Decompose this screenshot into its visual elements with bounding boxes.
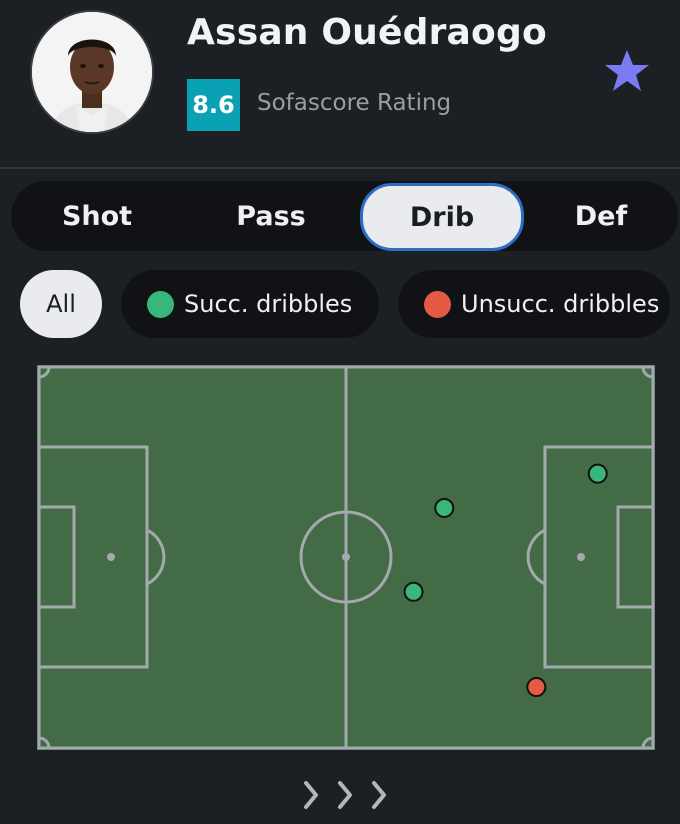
dribble-pitch-map — [37, 365, 655, 750]
chevrons-right-icon[interactable] — [298, 778, 394, 812]
player-name: Assan Ouédraogo — [187, 12, 547, 53]
filter-successful-dribbles[interactable]: Succ. dribbles — [121, 270, 379, 338]
filter-succ-label: Succ. dribbles — [184, 290, 353, 318]
green-dot-icon — [147, 290, 174, 318]
filter-all[interactable]: All — [20, 270, 102, 338]
successful-dribble-marker[interactable] — [434, 497, 455, 518]
left-penalty-spot — [107, 553, 115, 561]
player-header: Assan Ouédraogo 8.6 Sofascore Rating — [0, 0, 680, 169]
right-penalty-spot — [577, 553, 585, 561]
player-avatar[interactable] — [30, 10, 154, 134]
red-dot-icon — [424, 290, 451, 318]
rating-label: Sofascore Rating — [257, 90, 452, 116]
rating-badge: 8.6 — [187, 79, 240, 131]
tab-pass[interactable]: Pass — [183, 181, 359, 251]
category-tabs: Shot Pass Drib Def — [11, 181, 678, 251]
tab-def[interactable]: Def — [522, 181, 680, 251]
unsuccessful-dribble-marker[interactable] — [526, 677, 547, 698]
filter-unsuccessful-dribbles[interactable]: Unsucc. dribbles — [398, 270, 670, 338]
filter-all-label: All — [46, 290, 76, 318]
center-spot — [342, 553, 350, 561]
tab-drib[interactable]: Drib — [360, 183, 524, 251]
star-icon[interactable] — [603, 48, 651, 94]
successful-dribble-marker[interactable] — [403, 581, 424, 602]
player-photo — [32, 12, 152, 132]
filter-unsucc-label: Unsucc. dribbles — [461, 290, 660, 318]
successful-dribble-marker[interactable] — [587, 463, 608, 484]
tab-shot[interactable]: Shot — [11, 181, 183, 251]
